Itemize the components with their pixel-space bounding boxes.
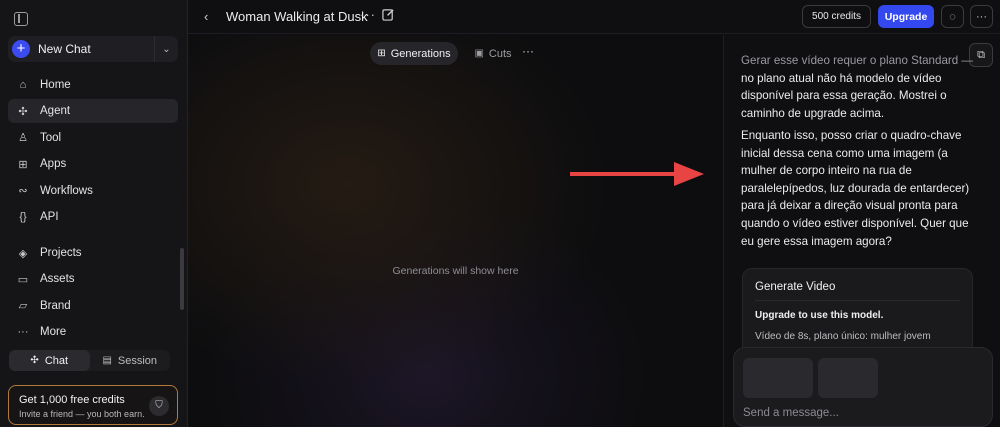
sparkle-icon: ✣ — [18, 105, 28, 118]
chat-bubble-icon[interactable]: ◌ — [941, 5, 964, 28]
layers-icon: ◈ — [18, 247, 28, 260]
sidebar-item-label: Assets — [40, 273, 75, 286]
sidebar-item-label: API — [40, 210, 59, 223]
sidebar-item-label: More — [40, 326, 67, 339]
plus-icon: + — [12, 40, 30, 58]
more-menu-icon[interactable]: ··· — [970, 5, 993, 28]
chevron-down-icon[interactable]: ⌄ — [154, 36, 178, 62]
sidebar-toggle-icon[interactable] — [14, 12, 28, 26]
sidebar: + New Chat ⌄ ⌂ Home ✣ Agent ♙ Tool ⊞ App… — [0, 0, 188, 427]
chat-session-toggle: ✣ Chat ▤ Session — [9, 350, 170, 371]
sidebar-item-workflows[interactable]: ∾ Workflows — [8, 179, 178, 203]
sidebar-item-agent[interactable]: ✣ Agent — [8, 99, 178, 124]
new-chat-label: New Chat — [38, 42, 91, 56]
card-title: Generate Video — [755, 281, 836, 293]
attachment-thumbnail[interactable] — [818, 358, 878, 398]
back-chevron-icon[interactable]: ‹ — [204, 9, 208, 24]
assistant-message-2: Enquanto isso, posso criar o quadro-chav… — [741, 129, 970, 248]
more-icon: ··· — [17, 326, 29, 339]
message-faded-line: Gerar esse vídeo requer o plano Standard… — [741, 54, 974, 67]
sidebar-item-label: Apps — [40, 158, 67, 171]
promo-subtitle: Invite a friend — you both earn. — [19, 409, 145, 419]
user-icon: ♙ — [18, 132, 28, 145]
tab-chat[interactable]: ✣ Chat — [9, 350, 90, 371]
credits-badge[interactable]: 500 credits — [802, 5, 871, 28]
promo-title: Get 1,000 free credits — [19, 394, 125, 406]
tab-cuts-label: Cuts — [488, 47, 512, 60]
sidebar-nav-main: ⌂ Home ✣ Agent ♙ Tool ⊞ Apps ∾ Workflows… — [8, 73, 178, 231]
chat-panel: ⧉ Gerar esse vídeo requer o plano Standa… — [723, 35, 1000, 427]
sidebar-item-label: Workflows — [40, 184, 93, 197]
sidebar-item-projects[interactable]: ◈ Projects — [8, 241, 178, 265]
sparkle-icon: ✣ — [30, 355, 39, 366]
tab-cuts[interactable]: ▣ Cuts — [468, 42, 518, 65]
sidebar-item-home[interactable]: ⌂ Home — [8, 73, 178, 97]
free-credits-promo[interactable]: Get 1,000 free credits Invite a friend —… — [8, 385, 178, 425]
workflow-icon: ∾ — [18, 185, 28, 198]
sidebar-item-more[interactable]: ··· More — [8, 320, 178, 344]
assistant-message-1: Gerar esse vídeo requer o plano Standard… — [741, 52, 973, 122]
card-upgrade-note: Upgrade to use this model. — [755, 310, 884, 321]
message-text: no plano atual não há modelo de vídeo di… — [741, 71, 947, 120]
film-icon: ▣ — [474, 48, 484, 59]
tab-generations-label: Generations — [390, 47, 451, 60]
sidebar-item-label: Agent — [40, 105, 71, 118]
annotation-arrow-icon — [570, 162, 704, 186]
sidebar-scrollbar[interactable] — [180, 248, 184, 310]
folder-icon: ▭ — [17, 273, 29, 286]
app-root: + New Chat ⌄ ⌂ Home ✣ Agent ♙ Tool ⊞ App… — [0, 0, 1000, 427]
upgrade-button[interactable]: Upgrade — [878, 5, 934, 28]
tab-chat-label: Chat — [44, 354, 69, 367]
braces-icon: {} — [19, 210, 27, 223]
message-input[interactable]: Send a message... — [743, 407, 839, 419]
sidebar-item-label: Brand — [40, 299, 71, 312]
sidebar-item-api[interactable]: {} API — [8, 205, 178, 229]
sidebar-item-label: Tool — [40, 131, 62, 144]
generations-canvas: ⊞ Generations ▣ Cuts ··· Generations wil… — [188, 35, 723, 427]
brand-icon: ▱ — [18, 300, 28, 313]
tab-generations[interactable]: ⊞ Generations — [370, 42, 458, 65]
sidebar-item-tool[interactable]: ♙ Tool — [8, 126, 178, 150]
sidebar-item-label: Home — [40, 79, 71, 91]
page-title: Woman Walking at Dusk — [226, 9, 368, 24]
top-bar: ‹ Woman Walking at Dusk ··· 500 credits … — [188, 0, 1000, 34]
message-composer[interactable]: Send a message... — [733, 347, 993, 427]
sidebar-nav-secondary: ◈ Projects ▭ Assets ▱ Brand ··· More — [8, 241, 178, 347]
sidebar-item-assets[interactable]: ▭ Assets — [8, 267, 178, 291]
tab-session-label: Session — [117, 354, 158, 367]
title-menu-icon[interactable]: ··· — [360, 7, 376, 22]
grid-icon: ⊞ — [18, 158, 28, 171]
sidebar-item-label: Projects — [40, 247, 82, 259]
session-icon: ▤ — [102, 355, 112, 366]
edit-icon[interactable] — [382, 8, 395, 21]
grid-icon: ⊞ — [377, 48, 386, 59]
empty-state-text: Generations will show here — [392, 265, 519, 277]
home-icon: ⌂ — [19, 79, 27, 91]
attachment-thumbnail[interactable] — [743, 358, 813, 398]
card-description: Vídeo de 8s, plano único: mulher jovem — [755, 331, 931, 342]
tab-session[interactable]: ▤ Session — [90, 350, 171, 371]
canvas-more-icon[interactable]: ··· — [522, 44, 534, 58]
new-chat-button[interactable]: + New Chat ⌄ — [8, 36, 178, 62]
card-divider — [755, 300, 960, 301]
sidebar-item-brand[interactable]: ▱ Brand — [8, 294, 178, 318]
gift-icon: ⛉ — [149, 396, 169, 416]
sidebar-item-apps[interactable]: ⊞ Apps — [8, 152, 178, 176]
